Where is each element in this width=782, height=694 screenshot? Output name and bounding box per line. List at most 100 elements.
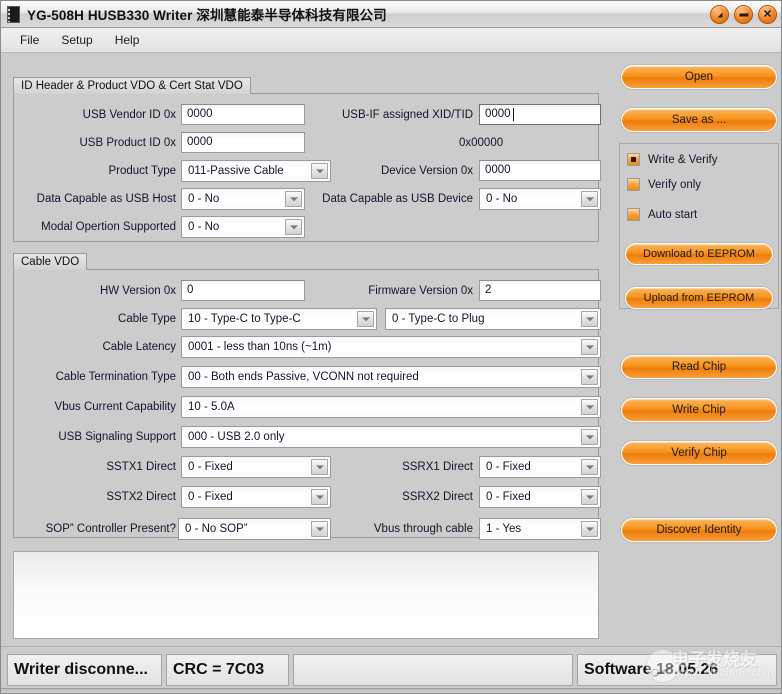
minimize-button[interactable] [734,5,753,24]
option-write-and-verify-label: Write & Verify [648,153,718,166]
option-verify-only-label: Verify only [648,178,702,191]
chevron-down-icon[interactable] [357,311,374,327]
product-type-combo[interactable]: 011-Passive Cable [181,160,331,182]
menu-bar: File Setup Help [1,28,781,53]
window-controls [710,5,777,24]
usb-vendor-id-input[interactable]: 0000 [181,104,305,125]
option-auto-start[interactable]: Auto start [627,208,697,221]
restore-button[interactable] [710,5,729,24]
log-output-area[interactable] [13,551,599,639]
data-capable-host-combo[interactable]: 0 - No [181,188,305,210]
upload-from-eeprom-button[interactable]: Upload from EEPROM [625,287,773,309]
ssrx1-direct-value: 0 - Fixed [486,461,531,473]
chevron-down-icon[interactable] [581,489,598,505]
write-options-groupbox [619,143,779,309]
label-product-type: Product Type [108,165,176,177]
label-cable-termination: Cable Termination Type [55,371,176,383]
usb-signaling-value: 000 - USB 2.0 only [188,431,285,443]
application-window: YG-508H HUSB330 Writer 深圳慧能泰半导体科技有限公司 Fi… [0,0,782,694]
status-crc: CRC = 7C03 [166,654,289,686]
option-verify-only[interactable]: Verify only [627,178,701,191]
vbus-through-cable-value: 1 - Yes [486,523,522,535]
vbus-current-combo[interactable]: 10 - 5.0A [181,396,601,418]
device-version-input[interactable]: 0000 [479,160,601,181]
chevron-down-icon[interactable] [581,399,598,415]
label-data-capable-device: Data Capable as USB Device [322,193,473,205]
hw-version-input[interactable]: 0 [181,280,305,301]
modal-operation-combo[interactable]: 0 - No [181,216,305,238]
resize-grip[interactable] [1,688,781,693]
label-usb-product-id: USB Product ID 0x [79,137,176,149]
cable-plug-type-combo[interactable]: 0 - Type-C to Plug [385,308,601,330]
label-modal-operation: Modal Opertion Supported [41,221,176,233]
sop-controller-combo[interactable]: 0 - No SOP” [178,518,331,540]
chevron-down-icon[interactable] [581,429,598,445]
usb-product-id-input[interactable]: 0000 [181,132,305,153]
checkbox-auto-start-icon[interactable] [627,208,640,221]
close-button[interactable] [758,5,777,24]
modal-operation-value: 0 - No [188,221,220,233]
chevron-down-icon[interactable] [581,459,598,475]
write-chip-button[interactable]: Write Chip [621,398,777,422]
chevron-down-icon[interactable] [285,219,302,235]
label-ssrx2-direct: SSRX2 Direct [402,491,473,503]
label-vbus-current: Vbus Current Capability [54,401,176,413]
cable-latency-combo[interactable]: 0001 - less than 10ns (~1m) [181,336,601,358]
cable-type-combo[interactable]: 10 - Type-C to Type-C [181,308,377,330]
label-firmware-version: Firmware Version 0x [368,285,473,297]
sstx1-direct-combo[interactable]: 0 - Fixed [181,456,331,478]
sstx2-direct-combo[interactable]: 0 - Fixed [181,486,331,508]
computed-hex-value: 0x00000 [459,137,504,149]
label-usb-signaling: USB Signaling Support [58,431,176,443]
label-sop-controller: SOP” Controller Present? [45,523,176,535]
cable-latency-value: 0001 - less than 10ns (~1m) [188,341,332,353]
download-to-eeprom-button[interactable]: Download to EEPROM [625,243,773,265]
menu-help[interactable]: Help [106,30,149,50]
ssrx2-direct-combo[interactable]: 0 - Fixed [479,486,601,508]
chevron-down-icon[interactable] [581,339,598,355]
label-usb-vendor-id: USB Vendor ID 0x [82,109,176,121]
option-auto-start-label: Auto start [648,208,698,221]
sstx1-direct-value: 0 - Fixed [188,461,233,473]
data-capable-device-value: 0 - No [486,193,518,205]
chevron-down-icon[interactable] [581,521,598,537]
text-caret [513,108,514,121]
save-as-button[interactable]: Save as ... [621,108,777,132]
chevron-down-icon[interactable] [311,459,328,475]
cable-plug-type-value: 0 - Type-C to Plug [392,313,485,325]
chevron-down-icon[interactable] [285,191,302,207]
menu-setup[interactable]: Setup [52,30,101,50]
checkbox-write-and-verify-icon[interactable] [627,153,640,166]
cable-type-value: 10 - Type-C to Type-C [188,313,301,325]
label-cable-type: Cable Type [118,313,176,325]
checkbox-verify-only-icon[interactable] [627,178,640,191]
menu-file[interactable]: File [11,30,48,50]
ssrx1-direct-combo[interactable]: 0 - Fixed [479,456,601,478]
read-chip-button[interactable]: Read Chip [621,355,777,379]
discover-identity-button[interactable]: Discover Identity [621,518,777,542]
usbif-xid-tid-input[interactable]: 0000 [479,104,601,125]
product-type-value: 011-Passive Cable [188,165,284,177]
status-software-version: Software 18.05.26 [577,654,777,686]
main-surface: ID Header & Product VDO & Cert Stat VDO … [1,53,781,646]
option-write-and-verify[interactable]: Write & Verify [627,153,717,166]
chevron-down-icon[interactable] [311,521,328,537]
verify-chip-button[interactable]: Verify Chip [621,441,777,465]
chevron-down-icon[interactable] [581,311,598,327]
open-button[interactable]: Open [621,65,777,89]
chevron-down-icon[interactable] [311,489,328,505]
label-device-version: Device Version 0x [380,165,473,177]
cable-termination-combo[interactable]: 00 - Both ends Passive, VCONN not requir… [181,366,601,388]
label-vbus-through-cable: Vbus through cable [373,523,473,535]
chevron-down-icon[interactable] [581,369,598,385]
firmware-version-input[interactable]: 2 [479,280,601,301]
status-bar: Writer disconne... CRC = 7C03 Software 1… [1,646,781,693]
chip-icon [7,5,20,23]
chevron-down-icon[interactable] [581,191,598,207]
vbus-through-cable-combo[interactable]: 1 - Yes [479,518,601,540]
data-capable-device-combo[interactable]: 0 - No [479,188,601,210]
right-action-panel: Open Save as ... Write & Verify Verify o… [613,53,781,646]
sstx2-direct-value: 0 - Fixed [188,491,233,503]
usb-signaling-combo[interactable]: 000 - USB 2.0 only [181,426,601,448]
label-hw-version: HW Version 0x [99,285,176,297]
